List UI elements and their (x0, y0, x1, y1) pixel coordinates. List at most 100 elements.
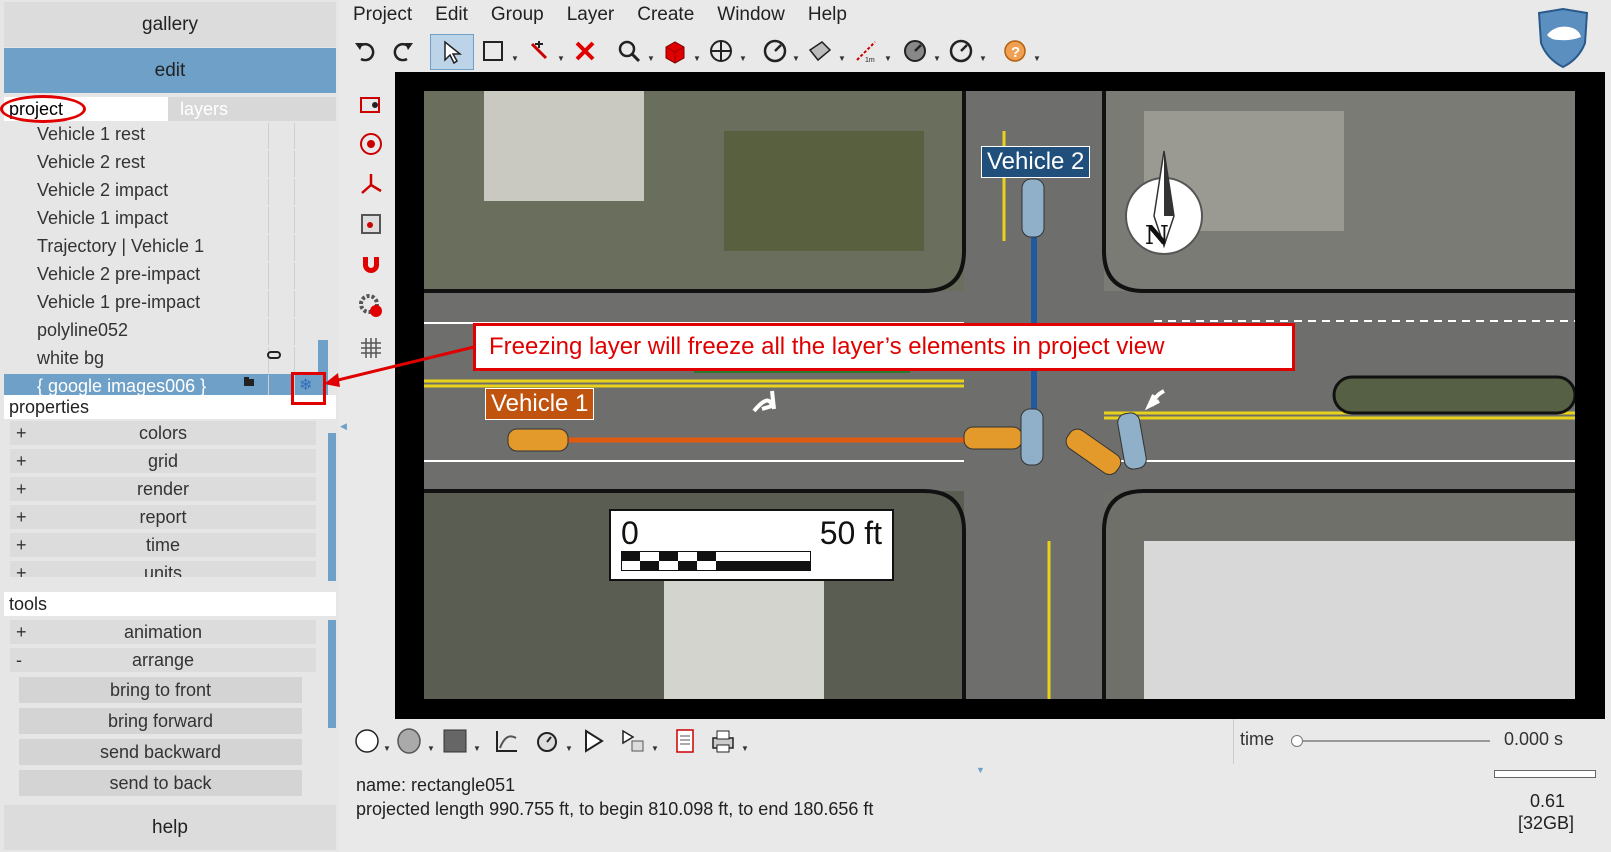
layer-visibility-cell[interactable] (268, 291, 293, 317)
layer-freeze-cell[interactable] (294, 319, 319, 345)
layer-visibility-cell[interactable] (268, 179, 293, 205)
layer-visibility-cell[interactable] (267, 347, 293, 373)
vehicle2-impact[interactable] (1020, 408, 1044, 466)
layer-row[interactable]: Vehicle 2 impact (4, 178, 328, 206)
menu-edit[interactable]: Edit (435, 4, 480, 30)
clock-icon[interactable] (944, 34, 978, 68)
property-units[interactable]: + units (10, 561, 316, 577)
layer-freeze-cell[interactable] (294, 347, 319, 373)
layer-row[interactable]: white bg (4, 346, 328, 374)
menu-help[interactable]: Help (808, 4, 859, 30)
scale-bar[interactable]: 0 50 ft (609, 509, 894, 581)
layer-freeze-cell[interactable] (294, 263, 319, 289)
play-settings-icon[interactable] (616, 724, 650, 758)
bring-forward-button[interactable]: bring forward (19, 708, 302, 734)
property-time[interactable]: + time (10, 533, 316, 557)
play-icon[interactable] (576, 724, 610, 758)
send-backward-button[interactable]: send backward (19, 739, 302, 765)
properties-scrollbar[interactable] (328, 433, 336, 581)
dial-icon[interactable] (898, 34, 932, 68)
menu-layer[interactable]: Layer (567, 4, 627, 30)
layer-visibility-cell[interactable] (268, 319, 293, 345)
time-slider-handle[interactable] (1291, 735, 1303, 747)
red-cube-icon[interactable] (658, 34, 692, 68)
vehicle1-impact[interactable] (963, 426, 1023, 450)
help-button[interactable]: help (4, 805, 336, 850)
layer-freeze-cell[interactable] (294, 207, 319, 233)
layer-row[interactable]: polyline052 (4, 318, 328, 346)
layer-visibility-cell[interactable] (268, 263, 293, 289)
menu-project[interactable]: Project (353, 4, 424, 30)
layer-row[interactable]: Vehicle 1 pre-impact (4, 290, 328, 318)
layer-visibility-cell[interactable] (268, 123, 293, 149)
image-layer-icon[interactable] (355, 208, 387, 240)
select-arrow-icon[interactable] (430, 34, 474, 70)
vehicle2-label[interactable]: Vehicle 2 (981, 146, 1091, 178)
target-point-icon[interactable] (355, 128, 387, 160)
vehicle1-label[interactable]: Vehicle 1 (485, 388, 595, 420)
axes-icon[interactable] (355, 168, 387, 200)
tools-scrollbar[interactable] (328, 620, 336, 728)
layer-freeze-cell[interactable] (294, 291, 319, 317)
pan-move-icon[interactable] (704, 34, 738, 68)
measure-icon[interactable]: 1m (849, 34, 883, 68)
zoom-icon[interactable] (612, 34, 646, 68)
layer-row[interactable]: Vehicle 2 pre-impact (4, 262, 328, 290)
property-render[interactable]: + render (10, 477, 316, 501)
property-grid[interactable]: + grid (10, 449, 316, 473)
graph-icon[interactable] (490, 724, 524, 758)
layer-freeze-cell[interactable] (294, 151, 319, 177)
speed-gauge-icon[interactable] (758, 34, 792, 68)
vehicle1-pre-impact[interactable] (507, 428, 569, 452)
vehicle2-pre-impact[interactable] (1021, 178, 1045, 238)
wand-icon[interactable] (522, 34, 556, 68)
layer-freeze-cell[interactable] (294, 123, 319, 149)
expand-down-arrow-icon[interactable]: ▼ (976, 765, 985, 775)
collapse-panel-arrow-icon[interactable]: ◀ (340, 421, 347, 432)
properties-header: properties (4, 395, 336, 419)
bring-to-front-button[interactable]: bring to front (19, 677, 302, 703)
property-label: colors (138, 423, 187, 443)
help-icon[interactable]: ? (998, 34, 1032, 68)
circle-shape-icon[interactable] (350, 724, 384, 758)
timer-icon[interactable] (530, 724, 564, 758)
tool-animation[interactable]: + animation (10, 620, 316, 644)
menu-group[interactable]: Group (491, 4, 556, 30)
layer-label: polyline052 (37, 320, 129, 340)
camera-frame-icon[interactable] (355, 88, 387, 120)
layer-row[interactable]: Vehicle 2 rest (4, 150, 328, 178)
layer-visibility-cell[interactable] (268, 207, 293, 233)
layer-list: Vehicle 1 rest Vehicle 2 rest Vehicle 2 … (4, 122, 328, 404)
layer-label: white bg (37, 348, 105, 368)
edit-button[interactable]: edit (4, 48, 336, 93)
rectangle-select-icon[interactable] (476, 34, 510, 68)
layer-row[interactable]: Vehicle 1 rest (4, 122, 328, 150)
svg-text:1m: 1m (865, 57, 875, 64)
menu-create[interactable]: Create (637, 4, 706, 30)
property-colors[interactable]: + colors (10, 421, 316, 445)
layer-row[interactable]: Trajectory | Vehicle 1 (4, 234, 328, 262)
gallery-button[interactable]: gallery (4, 2, 336, 47)
layer-freeze-cell[interactable] (294, 235, 319, 261)
report-icon[interactable] (668, 724, 702, 758)
fill-shape-icon[interactable] (392, 724, 426, 758)
layer-visibility-cell[interactable] (268, 151, 293, 177)
redo-icon[interactable] (386, 34, 420, 68)
layer-visibility-cell[interactable] (268, 235, 293, 261)
layer-row[interactable]: Vehicle 1 impact (4, 206, 328, 234)
delete-x-icon[interactable] (568, 34, 602, 68)
magnet-icon[interactable] (355, 248, 387, 280)
square-fill-icon[interactable] (438, 724, 472, 758)
print-icon[interactable] (706, 724, 740, 758)
layer-freeze-cell[interactable] (294, 179, 319, 205)
undo-icon[interactable] (348, 34, 382, 68)
tab-layers[interactable]: layers (168, 97, 336, 121)
menu-window[interactable]: Window (717, 4, 797, 30)
tool-arrange[interactable]: - arrange (10, 648, 316, 672)
time-slider-track[interactable] (1295, 740, 1490, 742)
project-tab-highlight-oval (0, 95, 86, 123)
plane-icon[interactable] (803, 34, 837, 68)
settings-gear-icon[interactable] (355, 290, 387, 322)
send-to-back-button[interactable]: send to back (19, 770, 302, 796)
property-report[interactable]: + report (10, 505, 316, 529)
